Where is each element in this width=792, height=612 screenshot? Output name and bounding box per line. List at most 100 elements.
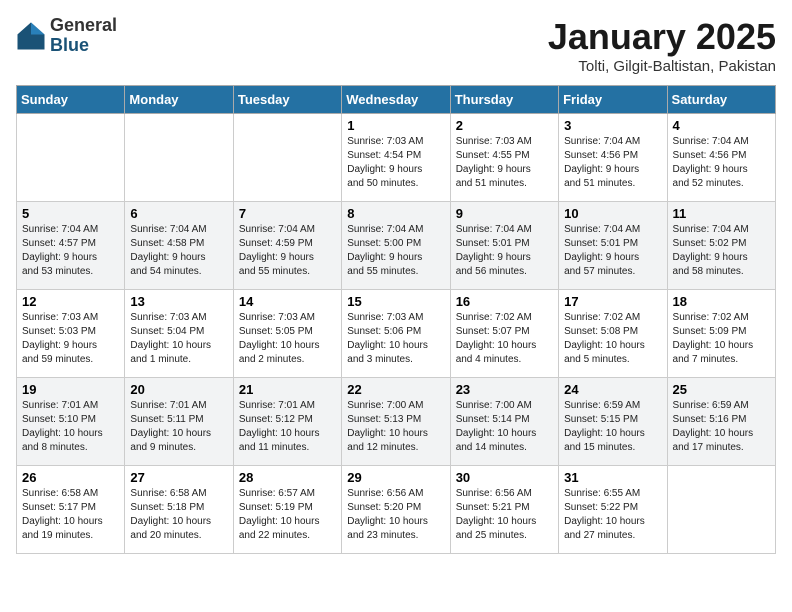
calendar-cell: 29Sunrise: 6:56 AM Sunset: 5:20 PM Dayli… (342, 466, 450, 554)
calendar-cell: 26 Sunrise: 6:58 AM Sunset: 5:17 PM Dayli… (17, 466, 125, 554)
calendar-cell: 17 Sunrise: 7:02 AM Sunset: 5:08 PM Dayli… (559, 290, 667, 378)
calendar-cell: 10 Sunrise: 7:04 AM Sunset: 5:01 PM Dayli… (559, 202, 667, 290)
day-info: Sunrise: 7:01 AM Sunset: 5:10 PM Dayligh… (22, 399, 119, 455)
calendar-cell: 11 Sunrise: 7:04 AM Sunset: 5:02 PM Dayli… (667, 202, 775, 290)
day-number: 30 (456, 470, 553, 485)
day-info: Sunrise: 6:57 AM Sunset: 5:19 PM Dayligh… (239, 487, 336, 543)
day-number: 26 (22, 470, 119, 485)
day-number: 22 (347, 382, 444, 397)
calendar-cell (125, 114, 233, 202)
day-info: Sunrise: 7:03 AM Sunset: 4:54 PM Dayligh… (347, 135, 444, 191)
day-info: Sunrise: 7:04 AM Sunset: 4:58 PM Dayligh… (130, 223, 227, 279)
calendar-cell: 14 Sunrise: 7:03 AM Sunset: 5:05 PM Dayli… (233, 290, 341, 378)
day-number: 18 (673, 294, 770, 309)
calendar-cell: 8 Sunrise: 7:04 AM Sunset: 5:00 PM Daylig… (342, 202, 450, 290)
col-header-saturday: Saturday (667, 86, 775, 114)
calendar-cell: 2Sunrise: 7:03 AM Sunset: 4:55 PM Daylig… (450, 114, 558, 202)
day-info: Sunrise: 7:03 AM Sunset: 5:05 PM Dayligh… (239, 311, 336, 367)
day-number: 19 (22, 382, 119, 397)
day-info: Sunrise: 7:03 AM Sunset: 5:06 PM Dayligh… (347, 311, 444, 367)
col-header-tuesday: Tuesday (233, 86, 341, 114)
location: Tolti, Gilgit-Baltistan, Pakistan (548, 58, 776, 75)
col-header-monday: Monday (125, 86, 233, 114)
calendar-cell (667, 466, 775, 554)
col-header-sunday: Sunday (17, 86, 125, 114)
calendar-cell: 18 Sunrise: 7:02 AM Sunset: 5:09 PM Dayli… (667, 290, 775, 378)
week-row-5: 26 Sunrise: 6:58 AM Sunset: 5:17 PM Dayli… (17, 466, 776, 554)
col-header-wednesday: Wednesday (342, 86, 450, 114)
calendar-cell: 28 Sunrise: 6:57 AM Sunset: 5:19 PM Dayli… (233, 466, 341, 554)
calendar: SundayMondayTuesdayWednesdayThursdayFrid… (16, 85, 776, 554)
day-info: Sunrise: 7:04 AM Sunset: 4:56 PM Dayligh… (673, 135, 770, 191)
day-info: Sunrise: 7:04 AM Sunset: 5:02 PM Dayligh… (673, 223, 770, 279)
day-info: Sunrise: 7:04 AM Sunset: 5:00 PM Dayligh… (347, 223, 444, 279)
day-info: Sunrise: 7:04 AM Sunset: 5:01 PM Dayligh… (456, 223, 553, 279)
calendar-cell: 24 Sunrise: 6:59 AM Sunset: 5:15 PM Dayli… (559, 378, 667, 466)
calendar-cell: 16Sunrise: 7:02 AM Sunset: 5:07 PM Dayli… (450, 290, 558, 378)
week-row-4: 19 Sunrise: 7:01 AM Sunset: 5:10 PM Dayli… (17, 378, 776, 466)
day-info: Sunrise: 6:58 AM Sunset: 5:18 PM Dayligh… (130, 487, 227, 543)
week-row-1: 1Sunrise: 7:03 AM Sunset: 4:54 PM Daylig… (17, 114, 776, 202)
day-info: Sunrise: 6:59 AM Sunset: 5:16 PM Dayligh… (673, 399, 770, 455)
calendar-cell: 19 Sunrise: 7:01 AM Sunset: 5:10 PM Dayli… (17, 378, 125, 466)
day-number: 8 (347, 206, 444, 221)
day-number: 9 (456, 206, 553, 221)
day-number: 12 (22, 294, 119, 309)
week-row-2: 5Sunrise: 7:04 AM Sunset: 4:57 PM Daylig… (17, 202, 776, 290)
day-info: Sunrise: 7:01 AM Sunset: 5:11 PM Dayligh… (130, 399, 227, 455)
day-number: 16 (456, 294, 553, 309)
calendar-cell: 7 Sunrise: 7:04 AM Sunset: 4:59 PM Daylig… (233, 202, 341, 290)
day-number: 21 (239, 382, 336, 397)
week-row-3: 12 Sunrise: 7:03 AM Sunset: 5:03 PM Dayli… (17, 290, 776, 378)
col-header-thursday: Thursday (450, 86, 558, 114)
day-number: 17 (564, 294, 661, 309)
day-info: Sunrise: 6:55 AM Sunset: 5:22 PM Dayligh… (564, 487, 661, 543)
calendar-cell: 4 Sunrise: 7:04 AM Sunset: 4:56 PM Daylig… (667, 114, 775, 202)
calendar-cell: 15 Sunrise: 7:03 AM Sunset: 5:06 PM Dayli… (342, 290, 450, 378)
page-header: General Blue January 2025 Tolti, Gilgit-… (16, 16, 776, 75)
logo-blue: Blue (50, 36, 117, 56)
day-number: 23 (456, 382, 553, 397)
calendar-cell: 31 Sunrise: 6:55 AM Sunset: 5:22 PM Dayli… (559, 466, 667, 554)
calendar-cell: 21 Sunrise: 7:01 AM Sunset: 5:12 PM Dayli… (233, 378, 341, 466)
day-number: 15 (347, 294, 444, 309)
logo-text: General Blue (50, 16, 117, 56)
day-info: Sunrise: 7:01 AM Sunset: 5:12 PM Dayligh… (239, 399, 336, 455)
calendar-cell: 1Sunrise: 7:03 AM Sunset: 4:54 PM Daylig… (342, 114, 450, 202)
day-number: 6 (130, 206, 227, 221)
day-number: 13 (130, 294, 227, 309)
day-info: Sunrise: 7:00 AM Sunset: 5:13 PM Dayligh… (347, 399, 444, 455)
calendar-cell: 30Sunrise: 6:56 AM Sunset: 5:21 PM Dayli… (450, 466, 558, 554)
day-number: 20 (130, 382, 227, 397)
calendar-cell: 27 Sunrise: 6:58 AM Sunset: 5:18 PM Dayli… (125, 466, 233, 554)
day-number: 5 (22, 206, 119, 221)
calendar-cell: 22 Sunrise: 7:00 AM Sunset: 5:13 PM Dayli… (342, 378, 450, 466)
calendar-cell: 6 Sunrise: 7:04 AM Sunset: 4:58 PM Daylig… (125, 202, 233, 290)
day-info: Sunrise: 7:02 AM Sunset: 5:09 PM Dayligh… (673, 311, 770, 367)
calendar-cell: 23 Sunrise: 7:00 AM Sunset: 5:14 PM Dayli… (450, 378, 558, 466)
calendar-cell: 9 Sunrise: 7:04 AM Sunset: 5:01 PM Daylig… (450, 202, 558, 290)
day-number: 31 (564, 470, 661, 485)
day-number: 10 (564, 206, 661, 221)
day-info: Sunrise: 7:04 AM Sunset: 5:01 PM Dayligh… (564, 223, 661, 279)
logo-general: General (50, 16, 117, 36)
calendar-cell: 12 Sunrise: 7:03 AM Sunset: 5:03 PM Dayli… (17, 290, 125, 378)
day-info: Sunrise: 7:04 AM Sunset: 4:59 PM Dayligh… (239, 223, 336, 279)
day-number: 29 (347, 470, 444, 485)
calendar-header-row: SundayMondayTuesdayWednesdayThursdayFrid… (17, 86, 776, 114)
day-info: Sunrise: 7:00 AM Sunset: 5:14 PM Dayligh… (456, 399, 553, 455)
day-info: Sunrise: 7:02 AM Sunset: 5:08 PM Dayligh… (564, 311, 661, 367)
day-number: 27 (130, 470, 227, 485)
day-info: Sunrise: 6:58 AM Sunset: 5:17 PM Dayligh… (22, 487, 119, 543)
day-info: Sunrise: 6:59 AM Sunset: 5:15 PM Dayligh… (564, 399, 661, 455)
day-number: 11 (673, 206, 770, 221)
day-number: 14 (239, 294, 336, 309)
day-number: 3 (564, 118, 661, 133)
day-info: Sunrise: 7:03 AM Sunset: 4:55 PM Dayligh… (456, 135, 553, 191)
day-number: 28 (239, 470, 336, 485)
col-header-friday: Friday (559, 86, 667, 114)
day-number: 24 (564, 382, 661, 397)
day-info: Sunrise: 7:03 AM Sunset: 5:03 PM Dayligh… (22, 311, 119, 367)
day-number: 4 (673, 118, 770, 133)
day-number: 7 (239, 206, 336, 221)
